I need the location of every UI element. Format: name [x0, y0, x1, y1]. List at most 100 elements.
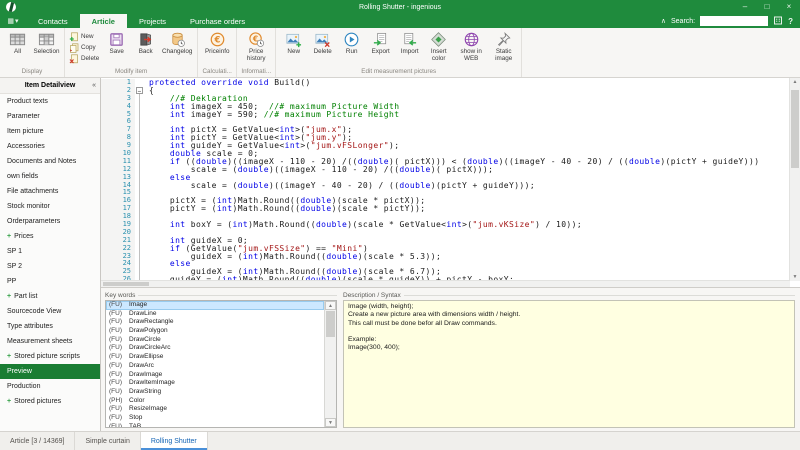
keyword-row-drawarc[interactable]: (FU)DrawArc: [106, 362, 324, 371]
modify-small-buttons: New Copy Delete: [68, 29, 102, 66]
keywords-scrollbar[interactable]: ▲ ▼: [324, 301, 336, 427]
close-button[interactable]: ×: [778, 0, 800, 14]
collapse-ribbon-icon[interactable]: ∧: [661, 17, 666, 25]
menu-tab-projects[interactable]: Projects: [127, 14, 178, 28]
price-history-button[interactable]: € Price history: [240, 29, 272, 62]
collapse-sidebar-icon[interactable]: «: [92, 82, 96, 89]
keyword-row-color[interactable]: (PH)Color: [106, 397, 324, 406]
copy-item-button[interactable]: Copy: [69, 42, 99, 53]
new-item-button[interactable]: New: [69, 31, 99, 42]
keywords-list[interactable]: (FU)Image(FU)DrawLine(FU)DrawRectangle(F…: [105, 300, 337, 428]
menu-tab-purchase-orders[interactable]: Purchase orders: [178, 14, 257, 28]
status-tab-simple-curtain[interactable]: Simple curtain: [75, 432, 140, 450]
keyword-row-tab[interactable]: (FU)TAB: [106, 423, 324, 427]
show-in-web-button[interactable]: show in WEB: [453, 29, 489, 62]
scroll-down-icon[interactable]: ▼: [790, 273, 800, 281]
editor-vertical-scrollbar[interactable]: ▲ ▼: [789, 78, 800, 281]
search-input[interactable]: [700, 16, 768, 26]
scroll-down-icon[interactable]: ▼: [325, 418, 336, 427]
sidebar-item-file-attachments[interactable]: File attachments: [0, 184, 100, 199]
scrollbar-thumb[interactable]: [103, 282, 149, 286]
fold-collapse-icon[interactable]: [135, 87, 146, 95]
keyword-row-drawpolygon[interactable]: (FU)DrawPolygon: [106, 327, 324, 336]
sidebar-item-parameter[interactable]: Parameter: [0, 109, 100, 124]
keyword-row-drawstring[interactable]: (FU)DrawString: [106, 388, 324, 397]
keyword-row-drawrectangle[interactable]: (FU)DrawRectangle: [106, 318, 324, 327]
delete-item-button[interactable]: Delete: [69, 53, 99, 64]
chevron-down-icon: ▾: [15, 17, 19, 25]
changelog-button[interactable]: Changelog: [160, 29, 194, 56]
run-button[interactable]: Run: [337, 29, 366, 56]
code-line[interactable]: 19 int boxY = (int)Math.Round((double)(s…: [101, 221, 790, 229]
keyword-row-drawitemimage[interactable]: (FU)DrawItemImage: [106, 379, 324, 388]
sidebar-item-item-picture[interactable]: Item picture: [0, 124, 100, 139]
maximize-button[interactable]: □: [756, 0, 778, 14]
export-button[interactable]: Export: [366, 29, 395, 56]
sidebar-item-accessories[interactable]: Accessories: [0, 139, 100, 154]
code-line[interactable]: 1protected override void Build(): [101, 79, 790, 87]
scroll-up-icon[interactable]: ▲: [325, 301, 336, 310]
code-editor[interactable]: 1protected override void Build()2{3 //# …: [101, 78, 800, 288]
code-line[interactable]: 5 int imageY = 590; //# maximum Picture …: [101, 111, 790, 119]
new-picture-button[interactable]: New: [279, 29, 308, 56]
keyword-row-image[interactable]: (FU)Image: [106, 301, 324, 310]
description-line: Create a new picture area with dimension…: [348, 311, 790, 319]
delete-picture-button[interactable]: Delete: [308, 29, 337, 56]
status-tab-article[interactable]: Article [3 / 14369]: [0, 432, 75, 450]
menu-tab-contacts[interactable]: Contacts: [26, 14, 80, 28]
menu-tab-article[interactable]: Article: [80, 14, 127, 28]
sidebar-item-prices[interactable]: +Prices: [0, 229, 100, 244]
sidebar-item-preview[interactable]: Preview: [0, 364, 100, 379]
sidebar-item-measurement-sheets[interactable]: Measurement sheets: [0, 334, 100, 349]
fold-margin: [135, 213, 146, 221]
sidebar-item-type-attributes[interactable]: Type attributes: [0, 319, 100, 334]
save-icon: [108, 31, 125, 48]
sidebar-item-production[interactable]: Production: [0, 379, 100, 394]
sidebar-item-product-texts[interactable]: Product texts: [0, 94, 100, 109]
code-line[interactable]: 17 pictY = (int)Math.Round((double)(scal…: [101, 205, 790, 213]
sidebar-item-sp-2[interactable]: SP 2: [0, 259, 100, 274]
minimize-button[interactable]: –: [734, 0, 756, 14]
keyword-name: TAB: [129, 423, 141, 427]
sidebar-item-documents-and-notes[interactable]: Documents and Notes: [0, 154, 100, 169]
sidebar-item-part-list[interactable]: +Part list: [0, 289, 100, 304]
code-lines: 1protected override void Build()2{3 //# …: [101, 79, 790, 281]
new-document-icon: [69, 32, 79, 42]
sidebar-item-stock-monitor[interactable]: Stock monitor: [0, 199, 100, 214]
fold-margin: [135, 174, 146, 182]
keyword-row-drawcircle[interactable]: (FU)DrawCircle: [106, 336, 324, 345]
editor-horizontal-scrollbar[interactable]: [101, 280, 790, 287]
status-tab-rolling-shutter[interactable]: Rolling Shutter: [141, 432, 208, 450]
scrollbar-thumb[interactable]: [791, 90, 799, 168]
keyword-row-drawcirclearc[interactable]: (FU)DrawCircleArc: [106, 344, 324, 353]
keyword-row-drawellipse[interactable]: (FU)DrawEllipse: [106, 353, 324, 362]
sidebar-item-orderparameters[interactable]: Orderparameters: [0, 214, 100, 229]
scrollbar-thumb[interactable]: [326, 311, 335, 337]
code-line[interactable]: 12 scale = (double)((imageX - 110 - 20) …: [101, 166, 790, 174]
save-button[interactable]: Save: [102, 29, 131, 56]
insert-color-button[interactable]: Insert color: [424, 29, 453, 62]
code-line[interactable]: 23 guideX = (int)Math.Round((double)(sca…: [101, 253, 790, 261]
import-button[interactable]: Import: [395, 29, 424, 56]
app-menu-button[interactable]: ▦▾: [0, 14, 26, 28]
keyword-row-resizeimage[interactable]: (FU)ResizeImage: [106, 405, 324, 414]
help-icon[interactable]: ?: [788, 17, 793, 26]
back-button[interactable]: Back: [131, 29, 160, 56]
sidebar-item-pp[interactable]: PP: [0, 274, 100, 289]
organization-icon[interactable]: [773, 15, 783, 27]
scroll-up-icon[interactable]: ▲: [790, 78, 800, 86]
selection-button[interactable]: Selection: [32, 29, 61, 56]
sidebar-item-own-fields[interactable]: own fields: [0, 169, 100, 184]
all-button[interactable]: All: [3, 29, 32, 56]
keyword-row-drawimage[interactable]: (FU)DrawImage: [106, 371, 324, 380]
priceinfo-button[interactable]: € Priceinfo: [201, 29, 233, 56]
code-line[interactable]: 14 scale = (double)((imageY - 40 - 20) /…: [101, 182, 790, 190]
keyword-row-drawline[interactable]: (FU)DrawLine: [106, 310, 324, 319]
sidebar-item-sp-1[interactable]: SP 1: [0, 244, 100, 259]
sidebar-item-stored-picture-scripts[interactable]: +Stored picture scripts: [0, 349, 100, 364]
sidebar-item-stored-pictures[interactable]: +Stored pictures: [0, 394, 100, 409]
keyword-row-stop[interactable]: (FU)Stop: [106, 414, 324, 423]
fold-margin: [135, 268, 146, 276]
sidebar-item-sourcecode-view[interactable]: Sourcecode View: [0, 304, 100, 319]
static-image-button[interactable]: Static image: [489, 29, 518, 62]
